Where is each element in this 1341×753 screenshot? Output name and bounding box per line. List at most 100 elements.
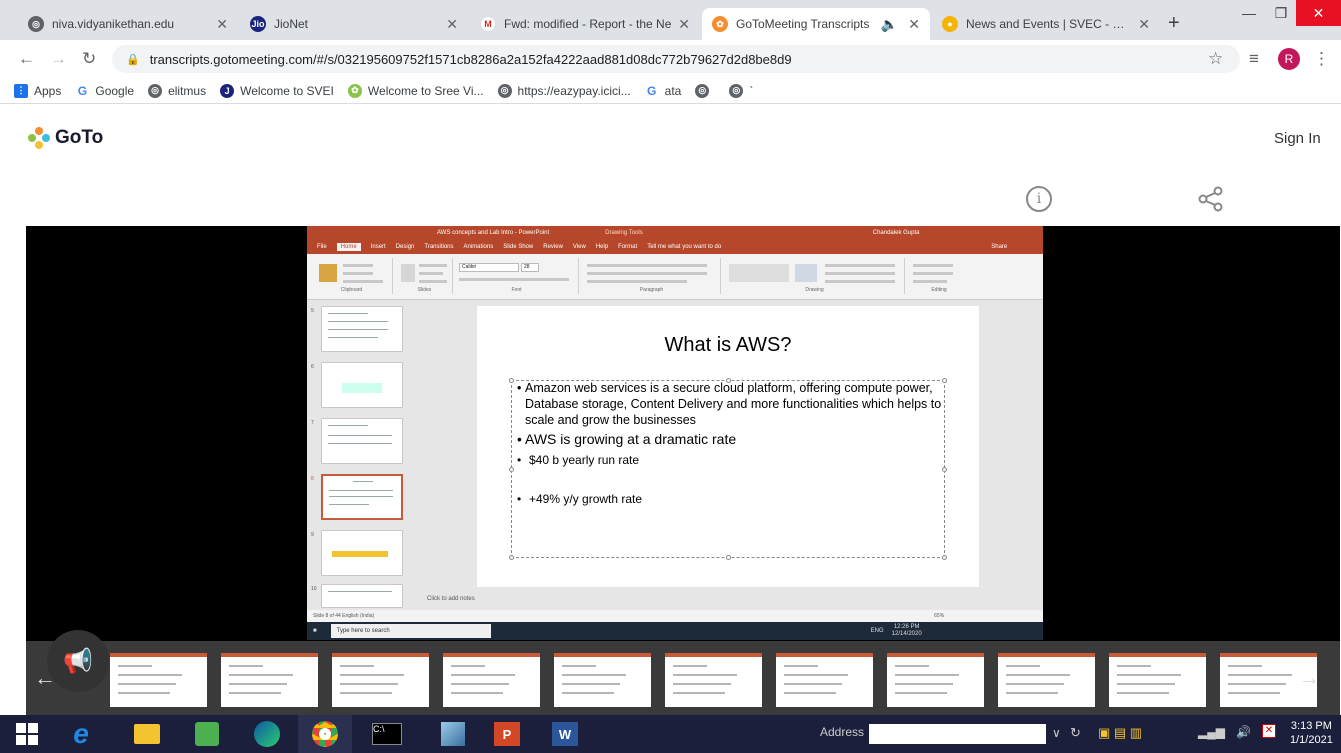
back-icon[interactable]: ←: [18, 49, 35, 69]
bookmark-globe-1[interactable]: ◎: [695, 83, 715, 98]
slide-thumb: [321, 306, 403, 352]
filmstrip-thumbnail[interactable]: [998, 653, 1095, 707]
chrome-icon[interactable]: [298, 715, 352, 753]
ribbon-slides: Slides: [397, 258, 453, 294]
ribbon-font: Calibri 28 Font: [455, 258, 579, 294]
cmd-icon[interactable]: C:\: [360, 715, 414, 753]
taskbar-clock[interactable]: 3:13 PM 1/1/2021: [1290, 719, 1333, 747]
window-close-icon[interactable]: ✕: [1296, 0, 1341, 26]
address-label: Address: [820, 725, 865, 739]
filmstrip-thumbnail[interactable]: [887, 653, 984, 707]
bookmark-sree-vi[interactable]: ✿ Welcome to Sree Vi...: [347, 83, 484, 98]
bookmark-svei[interactable]: J Welcome to SVEI: [220, 83, 334, 98]
refresh-icon[interactable]: ↻: [1070, 725, 1081, 741]
bookmark-star-icon[interactable]: ☆: [1208, 49, 1223, 69]
bookmark-google[interactable]: G Google: [75, 83, 134, 98]
close-tab-icon[interactable]: ✕: [216, 16, 228, 33]
chevron-right-icon[interactable]: →: [1298, 665, 1320, 691]
store-icon[interactable]: [180, 715, 234, 753]
edge-icon[interactable]: [240, 715, 294, 753]
forward-icon[interactable]: →: [50, 49, 67, 69]
jio-icon: J: [220, 83, 235, 98]
word-icon[interactable]: W: [538, 715, 592, 753]
windows-start-icon[interactable]: [0, 715, 54, 753]
address-dropdown-icon[interactable]: ∨: [1052, 726, 1061, 740]
slide-thumb: [321, 584, 403, 608]
internet-explorer-icon[interactable]: e: [54, 715, 108, 753]
bookmark-apps[interactable]: ⋮ Apps: [14, 83, 61, 98]
current-slide: What is AWS? • Amazon web services is a s…: [477, 306, 979, 587]
ppt-menu-help: Help: [595, 244, 609, 250]
notification-flag-icon[interactable]: ✕: [1262, 724, 1276, 738]
minimize-icon[interactable]: —: [1232, 0, 1266, 26]
new-tab-button[interactable]: +: [1168, 12, 1180, 35]
goto-logo[interactable]: GoTo: [27, 126, 103, 150]
reading-list-icon[interactable]: ≡: [1249, 49, 1259, 69]
apps-grid-icon: ⋮: [14, 83, 28, 98]
file-explorer-icon[interactable]: [120, 715, 174, 753]
close-tab-icon[interactable]: ✕: [1138, 16, 1150, 33]
tab-gotomeeting[interactable]: ✿ GoToMeeting Transcripts 🔈 ✕: [702, 8, 930, 40]
tab-title: GoToMeeting Transcripts: [736, 17, 870, 31]
bookmark-elitmus[interactable]: ◎ elitmus: [148, 83, 206, 98]
close-tab-icon[interactable]: ✕: [446, 16, 458, 33]
ppt-menu-file: File: [317, 244, 327, 250]
filmstrip-thumbnail[interactable]: [1109, 653, 1206, 707]
ppt-thumbnail-pane: 5 6 7 8 9 10: [307, 300, 417, 610]
globe-icon: ◎: [695, 83, 710, 98]
menu-kebab-icon[interactable]: ⋮: [1313, 49, 1330, 69]
tray-icons[interactable]: ▣ ▤ ▥: [1098, 725, 1142, 741]
reload-icon[interactable]: ↻: [82, 49, 96, 69]
bookmark-globe-2[interactable]: ◎ `: [729, 83, 753, 98]
globe-icon: ◎: [497, 83, 512, 98]
ribbon-clipboard: Clipboard: [311, 258, 393, 294]
tab-niva[interactable]: ◎ niva.vidyanikethan.edu ✕: [18, 8, 238, 40]
filmstrip-thumbnail[interactable]: [221, 653, 318, 707]
taskbar-address-input[interactable]: [869, 724, 1046, 744]
filmstrip-thumbnail[interactable]: [443, 653, 540, 707]
profile-avatar[interactable]: R: [1278, 48, 1300, 70]
slide-bullets: • Amazon web services is a secure cloud p…: [517, 380, 947, 508]
ppt-menu-transitions: Transitions: [424, 244, 454, 250]
filmstrip-thumbnail[interactable]: [776, 653, 873, 707]
windows-taskbar: e C:\ P W Address ∨ ↻ ▣ ▤ ▥ ▂▄▆ 🔊 ✕ 3:13…: [0, 715, 1341, 753]
restore-icon[interactable]: ❐: [1266, 0, 1296, 26]
google-icon: G: [75, 83, 90, 98]
ppt-status-bar: Slide 8 of 44 English (India) 65%: [307, 610, 1043, 622]
close-tab-icon[interactable]: ✕: [678, 16, 690, 33]
bullet-item: • $40 b yearly run rate: [517, 452, 640, 467]
audio-playing-icon[interactable]: 🔈: [881, 16, 898, 33]
info-icon[interactable]: i: [1026, 186, 1052, 212]
close-tab-icon[interactable]: ✕: [908, 16, 920, 33]
filmstrip-thumbnail[interactable]: [110, 653, 207, 707]
lock-icon: 🔒: [126, 53, 140, 66]
ppt-tell-me: Tell me what you want to do: [647, 244, 722, 250]
notes-icon[interactable]: [426, 715, 480, 753]
tab-title: niva.vidyanikethan.edu: [52, 17, 175, 31]
filmstrip-thumbnail[interactable]: [332, 653, 429, 707]
share-icon[interactable]: [1198, 186, 1224, 212]
bullet-item: • AWS is growing at a dramatic rate: [517, 431, 737, 447]
ppt-menu-animations: Animations: [463, 244, 494, 250]
bookmark-ata[interactable]: Gata: [644, 83, 681, 98]
volume-icon[interactable]: 🔊: [1236, 725, 1251, 739]
ppt-menu-review: Review: [543, 244, 563, 250]
browser-tab-strip: ◎ niva.vidyanikethan.edu ✕ Jio JioNet ✕ …: [0, 0, 1341, 40]
slide-title: What is AWS?: [664, 334, 792, 356]
bullet-item: • Amazon web services is a secure cloud p…: [517, 381, 942, 427]
filmstrip-thumbnail[interactable]: [665, 653, 762, 707]
globe-icon: ◎: [28, 16, 44, 32]
slide-filmstrip[interactable]: ← →: [26, 641, 1340, 715]
filmstrip-thumbnail[interactable]: [554, 653, 651, 707]
network-signal-icon[interactable]: ▂▄▆: [1198, 725, 1225, 739]
bookmark-eazypay[interactable]: ◎ https://eazypay.icici...: [497, 83, 631, 98]
tab-gmail[interactable]: M Fwd: modified - Report - the Ne ✕: [470, 8, 700, 40]
megaphone-icon[interactable]: 📢: [47, 630, 109, 692]
sign-in-link[interactable]: Sign In: [1274, 130, 1321, 147]
drawing-tools-label: Drawing Tools: [605, 230, 643, 236]
logo-text: GoTo: [55, 127, 104, 148]
address-bar[interactable]: 🔒 transcripts.gotomeeting.com/#/s/032195…: [112, 45, 1240, 73]
tab-jionet[interactable]: Jio JioNet ✕: [240, 8, 468, 40]
tab-svec-news[interactable]: ● News and Events | SVEC - Sree V ✕: [932, 8, 1160, 40]
powerpoint-icon[interactable]: P: [480, 715, 534, 753]
